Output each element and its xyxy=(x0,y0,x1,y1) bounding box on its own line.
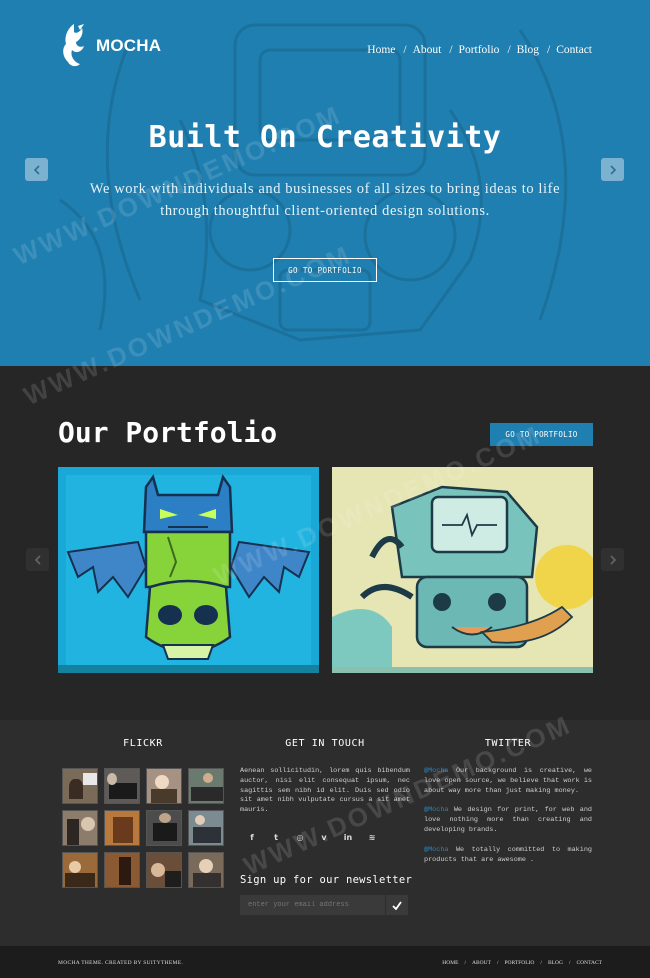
tumblr-icon[interactable]: t xyxy=(264,825,288,849)
robot-illustration xyxy=(332,467,593,673)
tweet: @Mocha We design for print, for web and … xyxy=(424,806,592,835)
footer-nav-about[interactable]: ABOUT xyxy=(472,960,491,966)
dribbble-icon[interactable]: ◎ xyxy=(288,825,312,849)
hero-portfolio-button[interactable]: GO TO PORTFOLIO xyxy=(273,258,377,282)
logo[interactable]: MOCHA xyxy=(58,22,161,70)
footer-nav-contact[interactable]: CONTACT xyxy=(576,960,602,966)
main-nav: Home / About / Portfolio / Blog / Contac… xyxy=(367,44,592,56)
newsletter-submit-button[interactable] xyxy=(386,895,408,915)
nav-separator: / xyxy=(568,960,571,966)
nav-item-portfolio[interactable]: Portfolio xyxy=(459,44,500,56)
chevron-right-icon xyxy=(609,164,616,175)
chevron-left-icon xyxy=(33,164,40,175)
logo-icon xyxy=(63,24,84,67)
hero-title: Built On Creativity xyxy=(148,120,502,155)
tweet-text: We totally committed to making products … xyxy=(424,845,592,864)
flickr-photo[interactable] xyxy=(104,852,140,888)
flickr-photo[interactable] xyxy=(146,768,182,804)
footer-widgets: FLICKR GET IN TOUCH Aenean sollicitudin,… xyxy=(0,720,650,946)
flickr-photo[interactable] xyxy=(104,810,140,846)
nav-item-home[interactable]: Home xyxy=(367,44,395,56)
flickr-gallery xyxy=(62,768,224,888)
get-in-touch-text: Aenean sollicitudin, lorem quis bibendum… xyxy=(240,767,410,815)
nav-separator: / xyxy=(403,44,407,56)
portfolio-button[interactable]: GO TO PORTFOLIO xyxy=(490,423,593,446)
newsletter-title: Sign up for our newsletter xyxy=(240,874,413,886)
footer-nav: HOME / ABOUT / PORTFOLIO / BLOG / CONTAC… xyxy=(442,960,602,966)
flickr-photo[interactable] xyxy=(146,852,182,888)
nav-separator: / xyxy=(449,44,453,56)
newsletter-email-input[interactable] xyxy=(240,895,385,915)
footer-nav-blog[interactable]: BLOG xyxy=(548,960,563,966)
hero-subtitle: We work with individuals and businesses … xyxy=(89,181,561,219)
checkmark-icon xyxy=(392,900,402,910)
hero-prev-arrow[interactable] xyxy=(25,158,48,181)
footer-nav-portfolio[interactable]: PORTFOLIO xyxy=(504,960,534,966)
tweet: @Mocha We totally committed to making pr… xyxy=(424,846,592,866)
facebook-icon[interactable]: f xyxy=(240,825,264,849)
bottom-bar: MOCHA THEME. CREATED BY SUITYTHEME. HOME… xyxy=(0,946,650,978)
tweet-handle[interactable]: @Mocha xyxy=(424,806,448,814)
nav-separator: / xyxy=(464,960,466,966)
logo-text: MOCHA xyxy=(96,36,162,55)
tweet: @Mocha Our background is creative, we lo… xyxy=(424,767,592,796)
nav-item-about[interactable]: About xyxy=(413,44,442,56)
portfolio-section: Our Portfolio GO TO PORTFOLIO xyxy=(0,366,650,720)
flickr-photo[interactable] xyxy=(62,810,98,846)
flickr-photo[interactable] xyxy=(146,810,182,846)
chevron-left-icon xyxy=(34,554,41,565)
tweet-handle[interactable]: @Mocha xyxy=(424,846,448,854)
portfolio-prev-arrow[interactable] xyxy=(26,548,49,571)
hero-section: MOCHA Home / About / Portfolio / Blog / … xyxy=(0,0,650,366)
chevron-right-icon xyxy=(609,554,616,565)
tweet-text: We design for print, for web and love no… xyxy=(424,806,592,834)
flickr-photo[interactable] xyxy=(104,768,140,804)
nav-item-contact[interactable]: Contact xyxy=(556,44,592,56)
tweet-handle[interactable]: @Mocha xyxy=(424,767,448,775)
flickr-photo[interactable] xyxy=(62,768,98,804)
flickr-photo[interactable] xyxy=(188,852,224,888)
linkedin-icon[interactable]: in xyxy=(336,825,360,849)
portfolio-next-arrow[interactable] xyxy=(601,548,624,571)
nav-separator: / xyxy=(507,44,511,56)
get-in-touch-title: GET IN TOUCH xyxy=(285,738,365,749)
flickr-photo[interactable] xyxy=(188,768,224,804)
footer-nav-home[interactable]: HOME xyxy=(442,960,458,966)
nav-separator: / xyxy=(540,960,542,966)
tweet-text: Our background is creative, we love open… xyxy=(424,767,592,795)
twitter-title: TWITTER xyxy=(484,738,532,749)
portfolio-item-totem[interactable] xyxy=(58,467,319,673)
nav-separator: / xyxy=(547,44,551,56)
portfolio-title: Our Portfolio xyxy=(58,416,278,449)
flickr-title: FLICKR xyxy=(123,738,163,749)
nav-item-blog[interactable]: Blog xyxy=(517,44,539,56)
flickr-photo[interactable] xyxy=(62,852,98,888)
copyright-text: MOCHA THEME. CREATED BY SUITYTHEME. xyxy=(58,960,184,966)
rss-icon[interactable]: ≋ xyxy=(360,825,384,849)
tweet-list: @Mocha Our background is creative, we lo… xyxy=(424,767,592,875)
hero-next-arrow[interactable] xyxy=(601,158,624,181)
nav-separator: / xyxy=(496,960,499,966)
portfolio-item-robot[interactable] xyxy=(332,467,593,673)
vimeo-icon[interactable]: v xyxy=(312,825,336,849)
flickr-photo[interactable] xyxy=(188,810,224,846)
totem-illustration xyxy=(58,467,319,673)
social-links: f t ◎ v in ≋ xyxy=(240,825,384,849)
